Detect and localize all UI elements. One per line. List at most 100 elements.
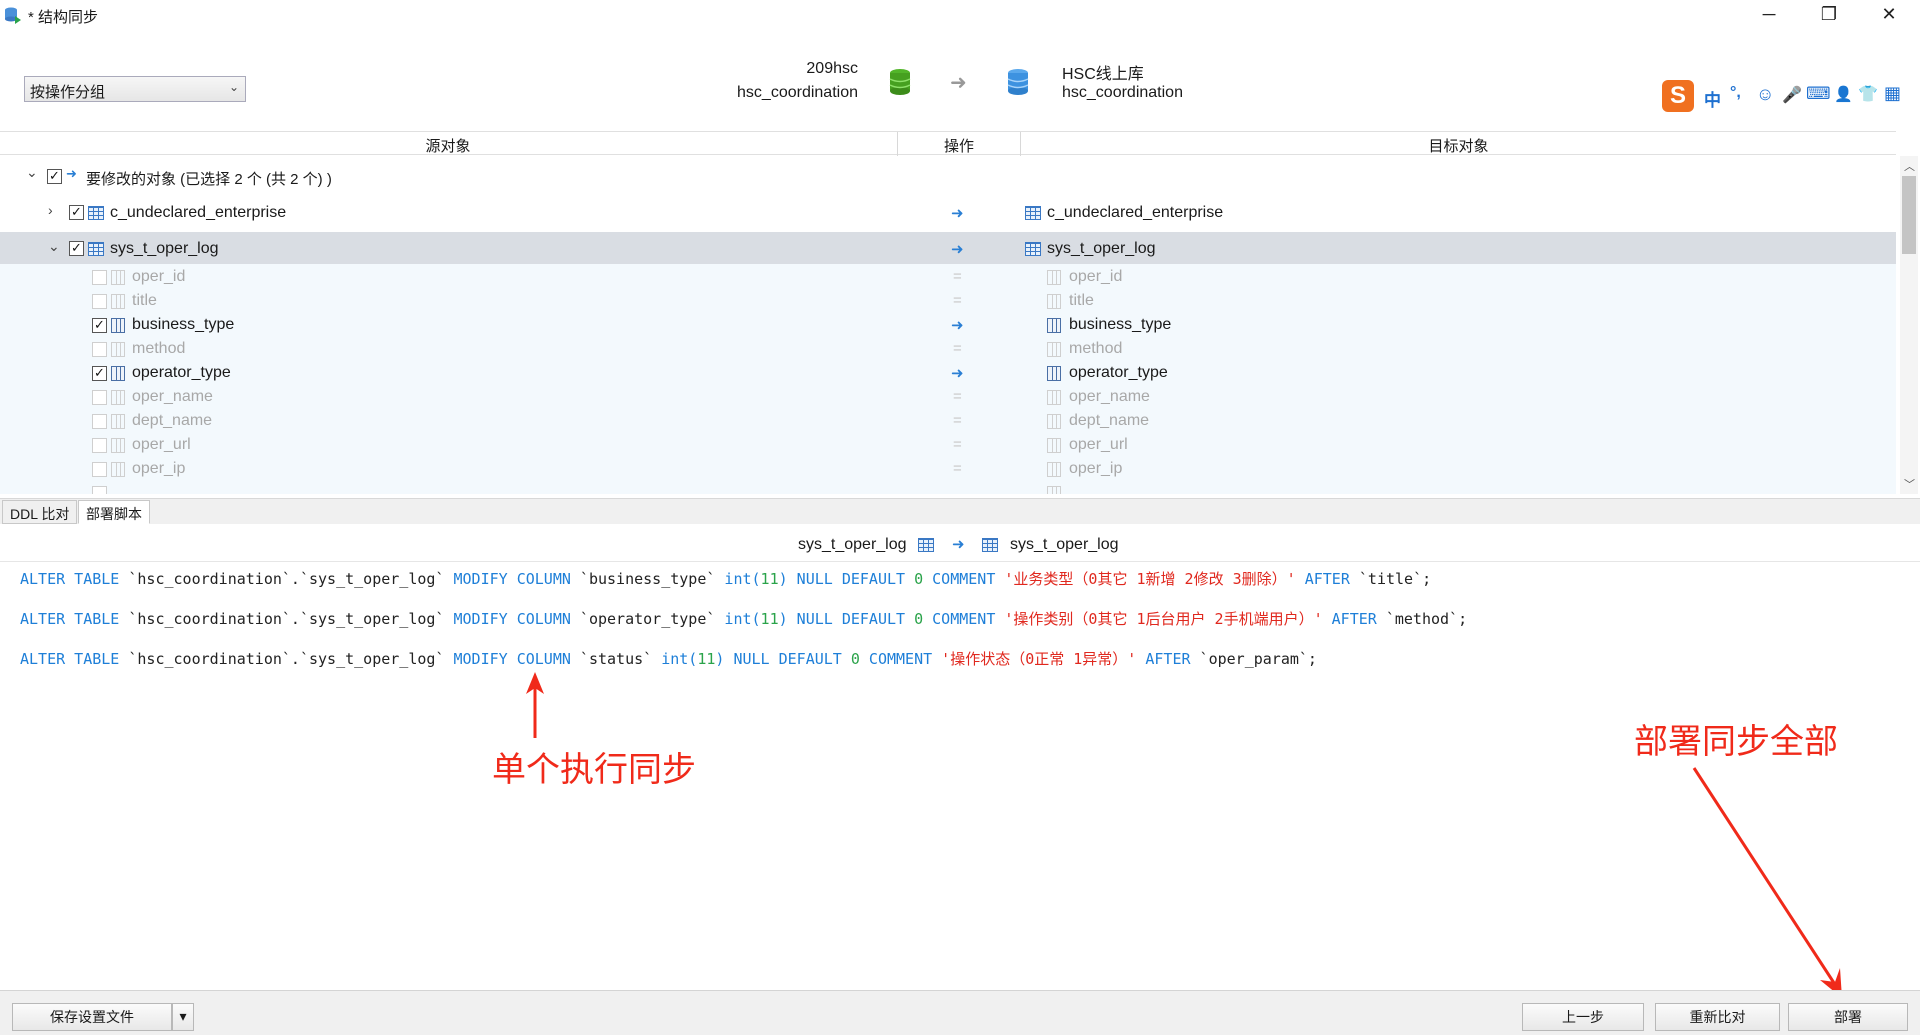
- column-icon: [111, 342, 125, 357]
- minimize-button[interactable]: ─: [1746, 0, 1792, 30]
- script-target-table: sys_t_oper_log: [1010, 536, 1119, 553]
- ime-toolbox-icon[interactable]: ▦: [1884, 83, 1901, 104]
- field-checkbox[interactable]: ✓: [92, 366, 107, 381]
- script-token: MODIFY COLUMN: [453, 650, 571, 668]
- save-settings-button[interactable]: 保存设置文件: [12, 1003, 172, 1031]
- script-token: '业务类型（0其它 1新增 2修改 3删除）': [1004, 570, 1296, 588]
- column-icon: [1047, 486, 1061, 494]
- source-field-name: operator_type: [132, 364, 231, 381]
- field-checkbox[interactable]: [92, 414, 107, 429]
- field-row[interactable]: oper_id = oper_id: [0, 266, 1896, 290]
- ime-emoji-icon[interactable]: ☺: [1756, 84, 1774, 105]
- field-checkbox[interactable]: [92, 438, 107, 453]
- field-checkbox[interactable]: ✓: [92, 318, 107, 333]
- prev-step-button[interactable]: 上一步: [1522, 1003, 1644, 1031]
- table-checkbox[interactable]: ✓: [69, 241, 84, 256]
- ime-voice-icon[interactable]: 🎤: [1782, 85, 1802, 105]
- table-row[interactable]: ⌄ ✓ sys_t_oper_log ➜ sys_t_oper_log: [0, 232, 1896, 264]
- field-row[interactable]: method = method: [0, 338, 1896, 362]
- chevron-down-icon[interactable]: ⌄: [48, 238, 60, 255]
- source-field-name: oper_name: [132, 388, 213, 405]
- column-icon: [1047, 366, 1061, 381]
- sogou-logo-icon[interactable]: S: [1662, 80, 1694, 112]
- column-header-source[interactable]: 源对象: [0, 135, 896, 156]
- target-table-name: sys_t_oper_log: [1047, 240, 1156, 257]
- script-token: ALTER TABLE: [20, 570, 120, 588]
- table-icon: [88, 206, 104, 220]
- script-token: MODIFY COLUMN: [453, 610, 571, 628]
- field-row[interactable]: oper_ip = oper_ip: [0, 458, 1896, 482]
- field-row[interactable]: title = title: [0, 290, 1896, 314]
- group-by-select[interactable]: 按操作分组 ⌄: [24, 76, 246, 102]
- window-title: * 结构同步: [28, 9, 99, 26]
- target-table-name: c_undeclared_enterprise: [1047, 204, 1224, 221]
- script-line[interactable]: ALTER TABLE `hsc_coordination`.`sys_t_op…: [20, 648, 1317, 669]
- script-token: '操作类别（0其它 1后台用户 2手机端用户）': [1004, 610, 1323, 628]
- table-row[interactable]: › ✓ c_undeclared_enterprise ➜ c_undeclared_e…: [0, 200, 1896, 224]
- tree-group-row[interactable]: ⌄ ✓ ➜ 要修改的对象 (已选择 2 个 (共 2 个) ): [0, 156, 1896, 190]
- script-token: 0: [914, 610, 924, 628]
- ime-skin-icon[interactable]: 👕: [1858, 84, 1878, 104]
- close-button[interactable]: ✕: [1866, 0, 1912, 30]
- source-field-name: method: [132, 340, 186, 357]
- object-tree: ⌄ ✓ ➜ 要修改的对象 (已选择 2 个 (共 2 个) ) › ✓ c_undeclar…: [0, 156, 1896, 494]
- field-row[interactable]: oper_url = oper_url: [0, 434, 1896, 458]
- field-checkbox[interactable]: [92, 486, 107, 494]
- ime-chinese-mode-icon[interactable]: 中: [1704, 86, 1721, 111]
- script-token: '操作状态（0正常 1异常）': [941, 650, 1137, 668]
- script-header: sys_t_oper_log ➜ sys_t_oper_log: [0, 528, 1920, 562]
- ime-user-icon[interactable]: 👤: [1834, 85, 1853, 103]
- field-checkbox[interactable]: [92, 294, 107, 309]
- script-line[interactable]: ALTER TABLE `hsc_coordination`.`sys_t_op…: [20, 568, 1431, 589]
- script-token: int(: [661, 650, 698, 668]
- column-header-target[interactable]: 目标对象: [1021, 135, 1896, 156]
- column-header-operation[interactable]: 操作: [898, 135, 1020, 156]
- chevron-down-icon: ⌄: [228, 80, 239, 94]
- deploy-button[interactable]: 部署: [1788, 1003, 1908, 1031]
- chevron-right-icon[interactable]: ›: [48, 202, 53, 218]
- field-row[interactable]: ✓ business_type ➜ business_type: [0, 314, 1896, 338]
- target-field-name: oper_name: [1069, 388, 1150, 405]
- field-row[interactable]: ✓ operator_type ➜ operator_type: [0, 362, 1896, 386]
- table-icon: [982, 538, 998, 552]
- target-field-name: oper_id: [1069, 268, 1123, 285]
- chevron-down-icon[interactable]: ⌄: [26, 164, 38, 181]
- target-field-name: business_type: [1069, 316, 1172, 333]
- equal-icon: =: [953, 268, 962, 285]
- equal-icon: =: [953, 340, 962, 357]
- field-row[interactable]: oper_name = oper_name: [0, 386, 1896, 410]
- ime-toolbar: S 中 °, ☺ 🎤 ⌨ 👤 👕 ▦: [1660, 80, 1920, 116]
- annotation-single-sync: 单个执行同步: [492, 750, 696, 790]
- column-icon: [1047, 438, 1061, 453]
- save-settings-dropdown[interactable]: ▾: [172, 1003, 194, 1031]
- field-checkbox[interactable]: [92, 342, 107, 357]
- recompare-button[interactable]: 重新比对: [1655, 1003, 1780, 1031]
- field-row[interactable]: dept_name = dept_name: [0, 410, 1896, 434]
- restore-button[interactable]: ❐: [1806, 0, 1852, 30]
- tab-deploy-script[interactable]: 部署脚本: [78, 500, 150, 524]
- script-token: MODIFY COLUMN: [453, 570, 571, 588]
- script-token: AFTER: [1322, 610, 1386, 628]
- scroll-up-icon[interactable]: ︿: [1904, 158, 1915, 174]
- annotation-deploy-all: 部署同步全部: [1634, 722, 1838, 762]
- source-field-name: oper_id: [132, 268, 186, 285]
- script-token: AFTER: [1136, 650, 1200, 668]
- script-token: 11: [697, 650, 716, 668]
- script-token: `hsc_coordination`.`sys_t_oper_log`: [119, 570, 454, 588]
- script-token: int(: [724, 570, 761, 588]
- column-icon: [111, 366, 125, 381]
- field-checkbox[interactable]: [92, 270, 107, 285]
- equal-icon: =: [953, 460, 962, 477]
- ime-punctuation-icon[interactable]: °,: [1730, 84, 1741, 102]
- script-token: 11: [760, 570, 779, 588]
- field-checkbox[interactable]: [92, 462, 107, 477]
- scroll-down-icon[interactable]: ﹀: [1904, 476, 1915, 492]
- source-field-name: oper_ip: [132, 460, 186, 477]
- ime-keyboard-icon[interactable]: ⌨: [1806, 84, 1831, 104]
- table-checkbox[interactable]: ✓: [69, 205, 84, 220]
- script-line[interactable]: ALTER TABLE `hsc_coordination`.`sys_t_op…: [20, 608, 1467, 629]
- group-checkbox[interactable]: ✓: [47, 169, 62, 184]
- tree-scrollbar-thumb[interactable]: [1902, 176, 1916, 254]
- field-checkbox[interactable]: [92, 390, 107, 405]
- tab-ddl-compare[interactable]: DDL 比对: [2, 500, 78, 524]
